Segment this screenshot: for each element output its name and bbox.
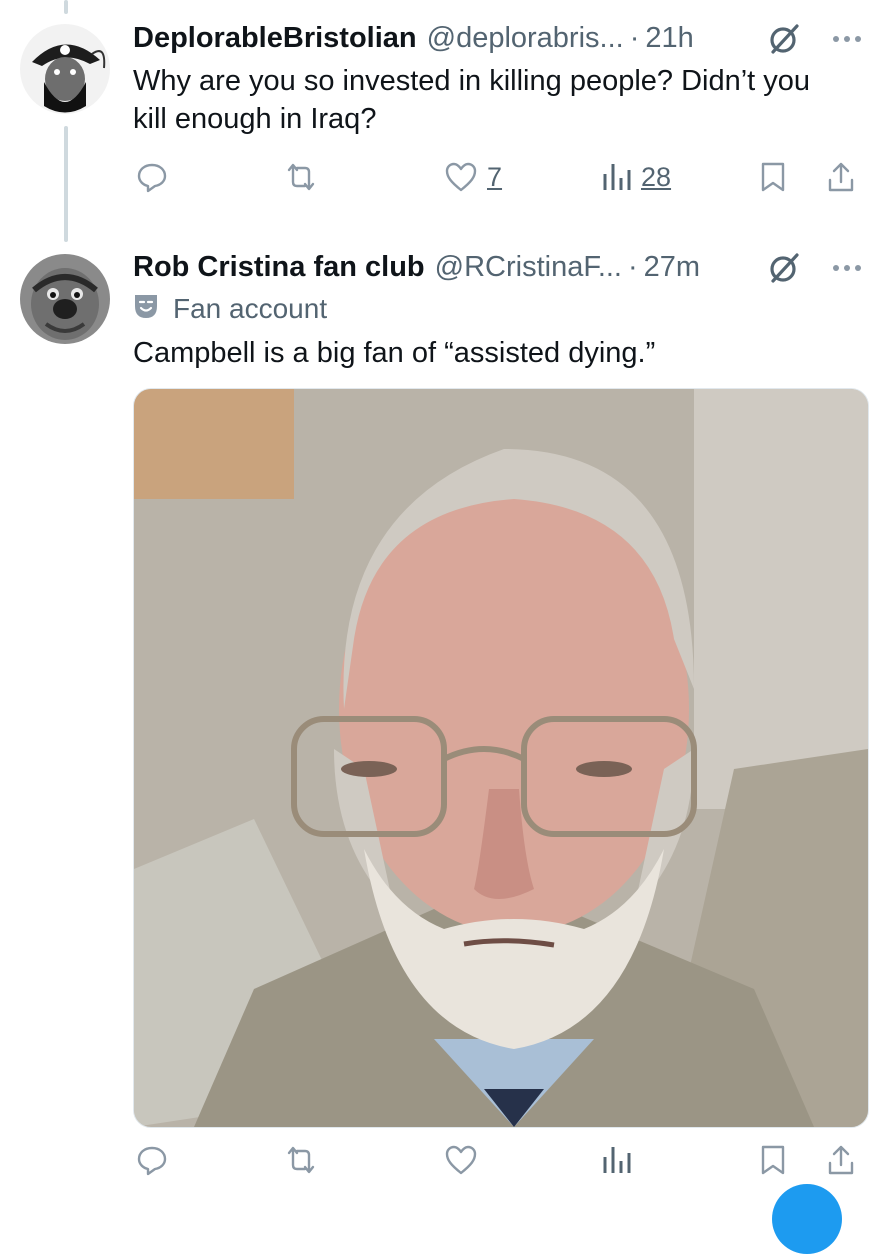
views-icon <box>601 1143 633 1177</box>
like-icon <box>443 1143 479 1177</box>
share-icon <box>825 1143 857 1177</box>
views-button[interactable] <box>601 1140 641 1180</box>
retweet-icon <box>283 1143 319 1177</box>
tweet-actions <box>133 1140 866 1180</box>
views-count: 28 <box>641 161 672 192</box>
author-handle[interactable]: @deplorabris... <box>427 22 624 55</box>
separator: · <box>629 21 640 54</box>
bookmark-icon <box>758 160 788 194</box>
tweet-text: Why are you so invested in killing peopl… <box>133 65 811 135</box>
like-count: 7 <box>487 161 503 192</box>
retweet-button[interactable] <box>283 157 327 197</box>
author-handle[interactable]: @RCristinaF... <box>435 251 622 284</box>
separator: · <box>628 250 638 283</box>
bookmark-icon <box>758 1143 788 1177</box>
grok-icon[interactable] <box>767 22 801 56</box>
avatar[interactable] <box>20 254 110 344</box>
fan-account-badge: Fan account <box>133 291 327 327</box>
reply-icon <box>135 1143 169 1177</box>
avatar[interactable] <box>20 24 110 114</box>
bookmark-button[interactable] <box>758 157 788 197</box>
like-icon <box>443 160 479 194</box>
tweet-actions: 7 28 <box>133 157 866 197</box>
reply-button[interactable] <box>135 1140 177 1180</box>
reply-icon <box>135 160 169 194</box>
author-name[interactable]: DeplorableBristolian <box>133 22 417 55</box>
like-button[interactable] <box>443 1140 487 1180</box>
share-button[interactable] <box>825 157 857 197</box>
reply-button[interactable] <box>135 157 177 197</box>
tweet-photo[interactable] <box>133 388 869 1128</box>
timestamp[interactable]: 27m <box>644 251 700 284</box>
compose-button[interactable] <box>772 1184 842 1254</box>
author-name[interactable]: Rob Cristina fan club <box>133 251 425 284</box>
more-icon[interactable] <box>830 251 864 285</box>
views-button[interactable]: 28 <box>601 157 671 197</box>
thread-line-connector <box>64 126 68 242</box>
like-button[interactable]: 7 <box>443 157 502 197</box>
share-button[interactable] <box>825 1140 857 1180</box>
thread-line-top <box>64 0 68 14</box>
more-icon[interactable] <box>830 22 864 56</box>
retweet-icon <box>283 160 319 194</box>
views-icon <box>601 160 633 194</box>
timestamp[interactable]: 21h <box>645 22 693 55</box>
theater-mask-icon <box>133 292 173 327</box>
badge-label: Fan account <box>173 293 328 324</box>
retweet-button[interactable] <box>283 1140 327 1180</box>
share-icon <box>825 160 857 194</box>
tweet-text: Campbell is a big fan of “assisted dying… <box>133 337 656 369</box>
grok-icon[interactable] <box>767 251 801 285</box>
bookmark-button[interactable] <box>758 1140 788 1180</box>
